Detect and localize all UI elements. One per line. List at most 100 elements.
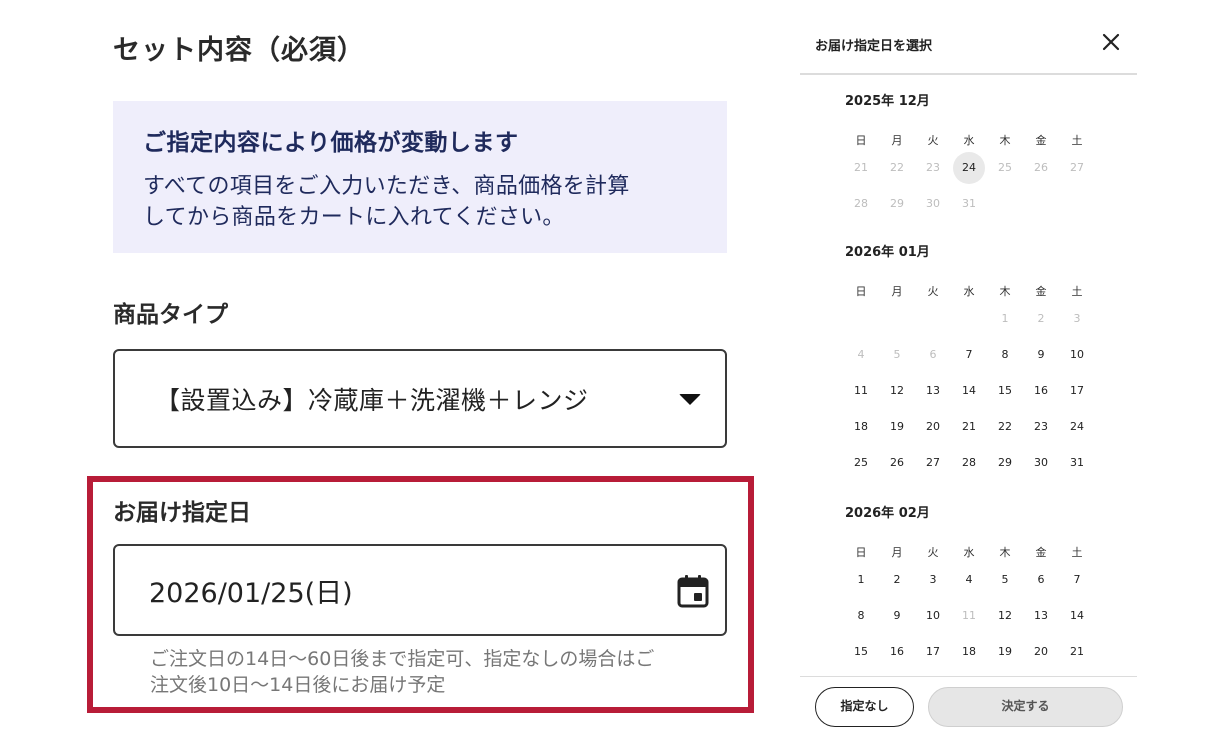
calendar-day: 11 xyxy=(962,609,976,622)
calendar-day[interactable]: 9 xyxy=(1025,339,1057,371)
section-title: セット内容（必須） xyxy=(113,35,365,66)
calendar-day[interactable]: 13 xyxy=(917,375,949,407)
calendar-day[interactable]: 13 xyxy=(1025,600,1057,632)
calendar-day: 30 xyxy=(926,197,940,210)
calendar-day[interactable]: 28 xyxy=(953,447,985,479)
weekday-header: 金 xyxy=(1035,285,1047,298)
help-line-2: 注文後10日〜14日後にお届け予定 xyxy=(150,674,446,696)
calendar-day[interactable]: 25 xyxy=(845,447,877,479)
close-icon[interactable] xyxy=(1100,31,1122,53)
calendar-day[interactable]: 14 xyxy=(953,375,985,407)
calendar-day[interactable]: 19 xyxy=(881,411,913,443)
calendar-day: 1 xyxy=(1001,312,1009,325)
delivery-date-value: 2026/01/25(日) xyxy=(149,577,353,609)
price-notice: ご指定内容により価格が変動します すべての項目をご入力いただき、商品価格を計算 … xyxy=(113,101,727,253)
weekday-header: 土 xyxy=(1071,285,1083,298)
delivery-date-label: お届け指定日 xyxy=(113,500,251,526)
calendar-day[interactable]: 5 xyxy=(989,564,1021,596)
calendar-day-today: 24 xyxy=(953,152,985,184)
calendar-day[interactable]: 30 xyxy=(1025,447,1057,479)
weekday-header: 木 xyxy=(999,546,1011,559)
weekday-header: 土 xyxy=(1071,134,1083,147)
confirm-button[interactable]: 決定する xyxy=(928,687,1123,727)
calendar-day: 2 xyxy=(1037,312,1045,325)
calendar-day[interactable]: 15 xyxy=(845,636,877,668)
calendar-day[interactable]: 7 xyxy=(1061,564,1093,596)
weekday-header: 木 xyxy=(999,134,1011,147)
calendar-day[interactable]: 26 xyxy=(881,447,913,479)
notice-body: すべての項目をご入力いただき、商品価格を計算 してから商品をカートに入れてくださ… xyxy=(143,171,697,233)
calendar-day[interactable]: 22 xyxy=(989,411,1021,443)
product-type-label: 商品タイプ xyxy=(113,302,228,328)
calendar-day[interactable]: 27 xyxy=(917,447,949,479)
date-picker-panel: お届け指定日を選択 2025年 12月日月火水木金土 21 22 23 24 25 26 27… xyxy=(800,0,1137,752)
calendar-day[interactable]: 3 xyxy=(917,564,949,596)
calendar-day[interactable]: 24 xyxy=(1061,411,1093,443)
calendar-day[interactable]: 15 xyxy=(989,375,1021,407)
calendar-day: 29 xyxy=(890,197,904,210)
calendar-day: 3 xyxy=(1073,312,1081,325)
weekday-header: 火 xyxy=(927,546,939,559)
weekday-header: 金 xyxy=(1035,134,1047,147)
calendar-day: 28 xyxy=(854,197,868,210)
calendar-day: 22 xyxy=(890,161,904,174)
calendar-day: 26 xyxy=(1034,161,1048,174)
calendar-day[interactable]: 10 xyxy=(1061,339,1093,371)
help-line-1: ご注文日の14日〜60日後まで指定可、指定なしの場合はご xyxy=(150,648,655,670)
calendar-day[interactable]: 16 xyxy=(1025,375,1057,407)
calendar-day[interactable]: 20 xyxy=(917,411,949,443)
calendar-day[interactable]: 29 xyxy=(989,447,1021,479)
weekday-header: 日 xyxy=(855,134,867,147)
calendar-day[interactable]: 8 xyxy=(989,339,1021,371)
product-type-select[interactable]: 【設置込み】冷蔵庫＋洗濯機＋レンジ xyxy=(113,349,727,448)
panel-title: お届け指定日を選択 xyxy=(815,39,933,54)
calendar-day[interactable]: 31 xyxy=(1061,447,1093,479)
calendar-day[interactable]: 17 xyxy=(1061,375,1093,407)
calendar-day[interactable]: 14 xyxy=(1061,600,1093,632)
calendar-day: 6 xyxy=(929,348,937,361)
weekday-header: 日 xyxy=(855,546,867,559)
calendar-day: 23 xyxy=(926,161,940,174)
calendar-day[interactable]: 4 xyxy=(953,564,985,596)
calendar-day[interactable]: 19 xyxy=(989,636,1021,668)
calendar-day[interactable]: 16 xyxy=(881,636,913,668)
weekday-header: 日 xyxy=(855,285,867,298)
delivery-date-input[interactable]: 2026/01/25(日) xyxy=(113,544,727,636)
month-label: 2025年 12月 xyxy=(845,94,930,109)
calendar-day[interactable]: 11 xyxy=(845,375,877,407)
calendar-day: 27 xyxy=(1070,161,1084,174)
calendar-day[interactable]: 20 xyxy=(1025,636,1057,668)
calendar-icon[interactable] xyxy=(677,574,709,608)
calendar-day[interactable]: 9 xyxy=(881,600,913,632)
calendar-scroll-area[interactable]: 2025年 12月日月火水木金土 21 22 23 24 25 26 27 28 29 30 31 20… xyxy=(800,75,1137,676)
no-date-button[interactable]: 指定なし xyxy=(815,687,914,727)
calendar-day[interactable]: 2 xyxy=(881,564,913,596)
calendar-day[interactable]: 12 xyxy=(881,375,913,407)
calendar-day[interactable]: 10 xyxy=(917,600,949,632)
calendar-day[interactable]: 6 xyxy=(1025,564,1057,596)
calendar-day[interactable]: 18 xyxy=(953,636,985,668)
weekday-header: 金 xyxy=(1035,546,1047,559)
notice-line-1: すべての項目をご入力いただき、商品価格を計算 xyxy=(143,174,630,199)
calendar-day[interactable]: 8 xyxy=(845,600,877,632)
calendar-day[interactable]: 21 xyxy=(953,411,985,443)
delivery-date-help: ご注文日の14日〜60日後まで指定可、指定なしの場合はご 注文後10日〜14日後… xyxy=(150,646,730,698)
panel-footer-divider xyxy=(800,676,1137,677)
month-label: 2026年 01月 xyxy=(845,245,930,260)
calendar-day[interactable]: 23 xyxy=(1025,411,1057,443)
product-type-value: 【設置込み】冷蔵庫＋洗濯機＋レンジ xyxy=(155,385,589,415)
calendar-day[interactable]: 21 xyxy=(1061,636,1093,668)
calendar-day[interactable]: 7 xyxy=(953,339,985,371)
weekday-header: 水 xyxy=(963,546,975,559)
calendar-day[interactable]: 12 xyxy=(989,600,1021,632)
calendar-day[interactable]: 1 xyxy=(845,564,877,596)
notice-line-2: してから商品をカートに入れてください。 xyxy=(143,205,565,230)
calendar-day[interactable]: 18 xyxy=(845,411,877,443)
weekday-header: 月 xyxy=(891,546,903,559)
calendar-day: 5 xyxy=(893,348,901,361)
weekday-header: 火 xyxy=(927,134,939,147)
calendar-day: 21 xyxy=(854,161,868,174)
calendar-day[interactable]: 17 xyxy=(917,636,949,668)
weekday-header: 木 xyxy=(999,285,1011,298)
weekday-header: 土 xyxy=(1071,546,1083,559)
